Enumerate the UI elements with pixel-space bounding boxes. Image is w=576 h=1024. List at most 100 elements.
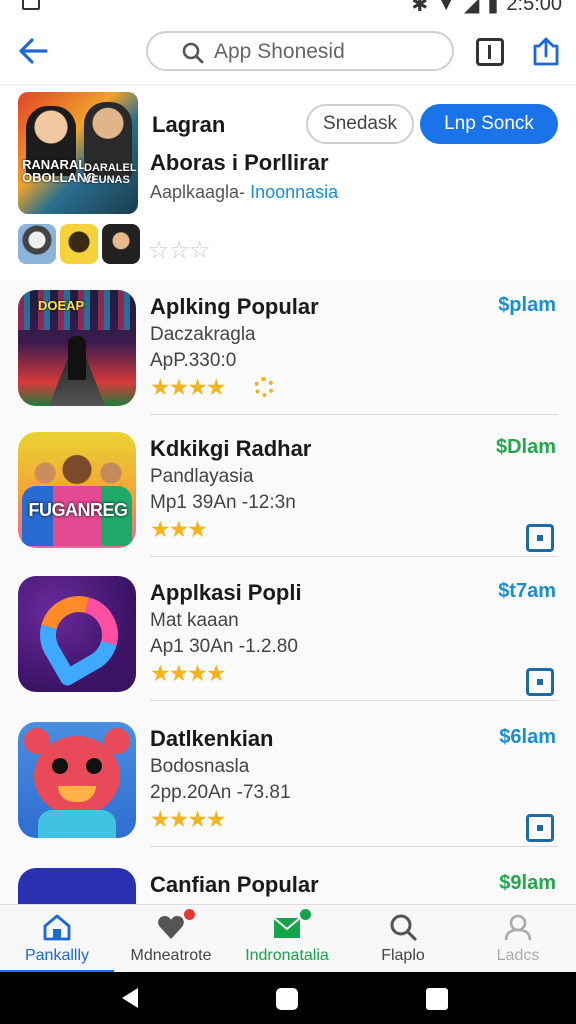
- nav-item-search[interactable]: Flaplo: [346, 905, 460, 973]
- nav-item-home[interactable]: Pankallly: [0, 905, 114, 973]
- divider: [150, 556, 558, 557]
- nav-label: Mdneatrote: [130, 947, 212, 964]
- poster-title-left: RANARAL OBOLLANG: [22, 157, 97, 185]
- app-icon-text: DOEAP: [38, 298, 85, 313]
- notification-dot: [184, 909, 195, 920]
- profile-icon: [504, 914, 532, 941]
- mascot-shirt: [38, 810, 116, 838]
- wifi-icon: ▼: [436, 0, 456, 15]
- app-list-item[interactable]: Applkasi Popli Mat kaaan Ap1 30An -1.2.8…: [0, 566, 576, 710]
- meta-highlight[interactable]: Inoonnasia: [250, 182, 338, 202]
- app-version: Ap1 30An -1.2.80: [150, 636, 298, 657]
- meta-prefix: Aaplkaagla-: [150, 182, 251, 202]
- bookmark-icon[interactable]: [476, 38, 504, 66]
- rating-stars: ★★★★: [150, 660, 226, 686]
- nav-label: Indronatalia: [245, 947, 329, 964]
- primary-action-button[interactable]: Lnp Sonck: [420, 104, 558, 144]
- system-home-icon[interactable]: [276, 988, 298, 1010]
- divider: [150, 846, 558, 847]
- app-list-item[interactable]: FUGANREG Kdkikgi Radhar Pandlayasia Mp1 …: [0, 422, 576, 566]
- app-icon-text: FUGANREG: [28, 500, 129, 520]
- app-price[interactable]: $plam: [498, 294, 556, 317]
- screenshot-thumbnails: [18, 224, 140, 264]
- featured-app-subtitle: Aboras i Porllirar: [150, 150, 329, 175]
- figure: [68, 336, 86, 380]
- app-icon[interactable]: [18, 868, 136, 904]
- app-price[interactable]: $Dlam: [496, 436, 556, 459]
- app-list: DOEAP Aplking Popular Daczakragla ApP.33…: [0, 280, 576, 904]
- mascot-face: [34, 736, 120, 816]
- app-list-item[interactable]: Canfian Popular $9lam: [0, 858, 576, 904]
- search-icon: [390, 914, 417, 941]
- search-icon: [182, 42, 204, 64]
- install-square-icon[interactable]: [526, 814, 554, 842]
- mail-icon: [273, 917, 301, 938]
- bluetooth-icon: ✱: [411, 0, 429, 16]
- app-version: ApP.330:0: [150, 350, 237, 371]
- app-title: Applkasi Popli: [150, 580, 302, 605]
- app-title: Datlkenkian: [150, 726, 274, 751]
- poster-title-right: DARALEL VEUNAS: [84, 162, 137, 186]
- divider: [150, 700, 558, 701]
- rating-stars-empty[interactable]: ☆☆☆: [148, 236, 211, 265]
- app-icon[interactable]: [18, 722, 136, 838]
- nav-item-messages[interactable]: Indronatalia: [228, 905, 346, 973]
- secondary-action-button[interactable]: Snedask: [306, 104, 414, 144]
- system-recents-icon[interactable]: [426, 988, 448, 1010]
- settings-gear-icon[interactable]: [254, 377, 274, 397]
- app-price[interactable]: $t7am: [498, 580, 556, 603]
- rating-stars: ★★★★: [150, 806, 226, 832]
- top-app-bar: App Shonesid: [0, 18, 576, 84]
- rating-stars: ★★★: [150, 516, 208, 542]
- system-back-icon[interactable]: [122, 988, 138, 1008]
- app-title: Aplking Popular: [150, 294, 319, 319]
- thumbnail[interactable]: [60, 224, 98, 264]
- notification-dot: [300, 909, 311, 920]
- bottom-navigation: Pankallly Mdneatrote Indronatalia Flaplo…: [0, 904, 576, 973]
- back-arrow-icon[interactable]: [16, 34, 50, 68]
- featured-app-card[interactable]: RANARAL OBOLLANG DARALEL VEUNAS Lagran S…: [0, 86, 576, 278]
- home-icon: [43, 914, 71, 941]
- install-square-icon[interactable]: [526, 668, 554, 696]
- app-title: Kdkikgi Radhar: [150, 436, 312, 461]
- app-developer: Daczakragla: [150, 324, 256, 345]
- signal-icon: ◢: [463, 0, 480, 16]
- app-developer: Bodosnasla: [150, 756, 250, 777]
- install-square-icon[interactable]: [526, 524, 554, 552]
- app-icon[interactable]: FUGANREG: [18, 432, 136, 548]
- heart-icon: [158, 916, 184, 939]
- clock: 2:5:00: [506, 0, 562, 15]
- app-list-item[interactable]: Datlkenkian Bodosnasla 2pp.20An -73.81 ★…: [0, 712, 576, 856]
- nav-label: Pankallly: [24, 947, 90, 964]
- app-icon[interactable]: [18, 576, 136, 692]
- app-version: Mp1 39An -12:3n: [150, 492, 296, 513]
- notification-icon: [22, 0, 40, 10]
- nav-item-profile[interactable]: Ladcs: [460, 905, 576, 973]
- featured-app-meta: Aaplkaagla- Inoonnasia: [150, 182, 338, 203]
- featured-app-icon[interactable]: RANARAL OBOLLANG DARALEL VEUNAS: [18, 92, 138, 214]
- rating-stars: ★★★★: [150, 374, 226, 400]
- nav-item-favorites[interactable]: Mdneatrote: [114, 905, 228, 973]
- nav-label: Ladcs: [496, 947, 540, 964]
- system-navigation-bar: [0, 972, 576, 1024]
- thumbnail[interactable]: [18, 224, 56, 264]
- share-icon[interactable]: [532, 36, 560, 66]
- divider: [150, 414, 558, 415]
- featured-app-name: Lagran: [152, 112, 226, 137]
- status-bar: ✱ ▼ ◢ ▮ 2:5:00: [0, 0, 576, 18]
- thumbnail[interactable]: [102, 224, 140, 264]
- status-right: ✱ ▼ ◢ ▮ 2:5:00: [411, 0, 562, 17]
- app-list-item[interactable]: DOEAP Aplking Popular Daczakragla ApP.33…: [0, 280, 576, 424]
- nav-label: Flaplo: [381, 947, 425, 964]
- battery-icon: ▮: [487, 0, 499, 16]
- app-developer: Pandlayasia: [150, 466, 254, 487]
- app-developer: Mat kaaan: [150, 610, 239, 631]
- app-title: Canfian Popular: [150, 872, 319, 897]
- search-placeholder: App Shonesid: [214, 40, 345, 63]
- app-version: 2pp.20An -73.81: [150, 782, 291, 803]
- app-icon[interactable]: DOEAP: [18, 290, 136, 406]
- app-price[interactable]: $9lam: [499, 872, 556, 895]
- app-price[interactable]: $6lam: [499, 726, 556, 749]
- infinity-loop-shape: [25, 581, 133, 689]
- search-bar[interactable]: App Shonesid: [146, 31, 454, 71]
